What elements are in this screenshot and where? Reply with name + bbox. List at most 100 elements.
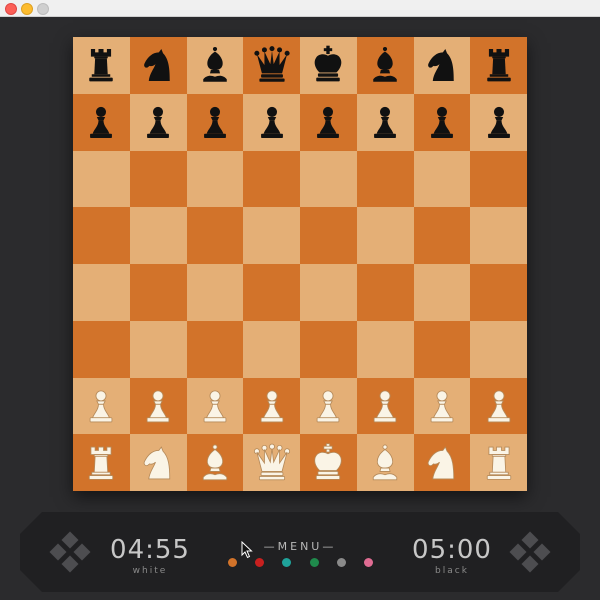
theme-color-dot[interactable] [228,558,237,567]
black-pawn-icon[interactable] [421,101,463,143]
white-pawn-icon[interactable] [251,385,293,427]
board-square[interactable] [413,37,471,94]
theme-color-dot[interactable] [309,558,319,567]
board-square[interactable] [73,434,130,491]
board-square[interactable] [129,377,187,435]
minimize-button[interactable] [21,3,33,15]
board-square[interactable] [73,264,130,321]
black-king-icon[interactable] [307,44,349,86]
board-square[interactable] [300,150,357,208]
board-square[interactable] [186,320,244,378]
theme-color-dot[interactable] [336,558,346,567]
board-square[interactable] [129,150,187,208]
board-square[interactable] [243,93,300,151]
board-square[interactable] [186,150,244,208]
board-square[interactable] [356,207,414,264]
board-square[interactable] [186,377,244,435]
board-square[interactable] [470,377,527,435]
board-square[interactable] [356,264,414,321]
board-square[interactable] [186,434,244,491]
board-square[interactable] [300,93,357,151]
board-square[interactable] [73,207,130,264]
board-square[interactable] [186,207,244,264]
board-square[interactable] [186,93,244,151]
board-square[interactable] [300,37,357,94]
white-rook-icon[interactable] [80,442,122,484]
board-square[interactable] [470,207,527,264]
board-square[interactable] [129,434,187,491]
board-square[interactable] [356,37,414,94]
white-pawn-icon[interactable] [137,385,179,427]
white-rook-icon[interactable] [478,442,520,484]
black-bishop-icon[interactable] [364,44,406,86]
board-square[interactable] [356,150,414,208]
board-square[interactable] [413,93,471,151]
black-pawn-icon[interactable] [137,101,179,143]
board-square[interactable] [243,320,300,378]
white-knight-icon[interactable] [421,442,463,484]
board-square[interactable] [243,150,300,208]
board-square[interactable] [300,434,357,491]
board-square[interactable] [73,93,130,151]
board-square[interactable] [470,93,527,151]
white-bishop-icon[interactable] [364,442,406,484]
left-diamond-icon[interactable] [48,530,92,574]
board-square[interactable] [300,207,357,264]
board-square[interactable] [470,434,527,491]
board-square[interactable] [470,264,527,321]
zoom-button[interactable] [37,3,49,15]
board-square[interactable] [470,150,527,208]
white-bishop-icon[interactable] [194,442,236,484]
board-square[interactable] [73,377,130,435]
black-bishop-icon[interactable] [194,44,236,86]
black-pawn-icon[interactable] [80,101,122,143]
board-square[interactable] [186,264,244,321]
board-square[interactable] [129,264,187,321]
board-square[interactable] [470,37,527,94]
theme-color-dot[interactable] [255,558,265,567]
board-square[interactable] [243,377,300,435]
board-square[interactable] [300,377,357,435]
white-king-icon[interactable] [307,442,349,484]
white-pawn-icon[interactable] [80,385,122,427]
board-square[interactable] [73,320,130,378]
board-square[interactable] [356,434,414,491]
black-queen-icon[interactable] [251,44,293,86]
white-pawn-icon[interactable] [307,385,349,427]
white-queen-icon[interactable] [251,442,293,484]
black-pawn-icon[interactable] [478,101,520,143]
black-pawn-icon[interactable] [251,101,293,143]
board-square[interactable] [129,93,187,151]
white-pawn-icon[interactable] [478,385,520,427]
close-button[interactable] [5,3,17,15]
white-knight-icon[interactable] [137,442,179,484]
board-square[interactable] [129,207,187,264]
board-square[interactable] [413,434,471,491]
theme-color-dot[interactable] [363,558,373,567]
black-pawn-icon[interactable] [364,101,406,143]
board-square[interactable] [243,264,300,321]
black-pawn-icon[interactable] [194,101,236,143]
right-diamond-icon[interactable] [508,530,552,574]
board-square[interactable] [300,264,357,321]
white-pawn-icon[interactable] [421,385,463,427]
board-square[interactable] [243,434,300,491]
board-square[interactable] [356,320,414,378]
board-square[interactable] [356,93,414,151]
white-pawn-icon[interactable] [364,385,406,427]
board-square[interactable] [243,207,300,264]
board-square[interactable] [413,320,471,378]
board-square[interactable] [73,150,130,208]
board-square[interactable] [73,37,130,94]
board-square[interactable] [413,207,471,264]
board-square[interactable] [129,320,187,378]
board-square[interactable] [413,377,471,435]
board-square[interactable] [186,37,244,94]
black-rook-icon[interactable] [478,44,520,86]
board-square[interactable] [413,264,471,321]
black-knight-icon[interactable] [137,44,179,86]
board-square[interactable] [300,320,357,378]
theme-color-dot[interactable] [282,558,292,567]
board-square[interactable] [470,320,527,378]
black-rook-icon[interactable] [80,44,122,86]
